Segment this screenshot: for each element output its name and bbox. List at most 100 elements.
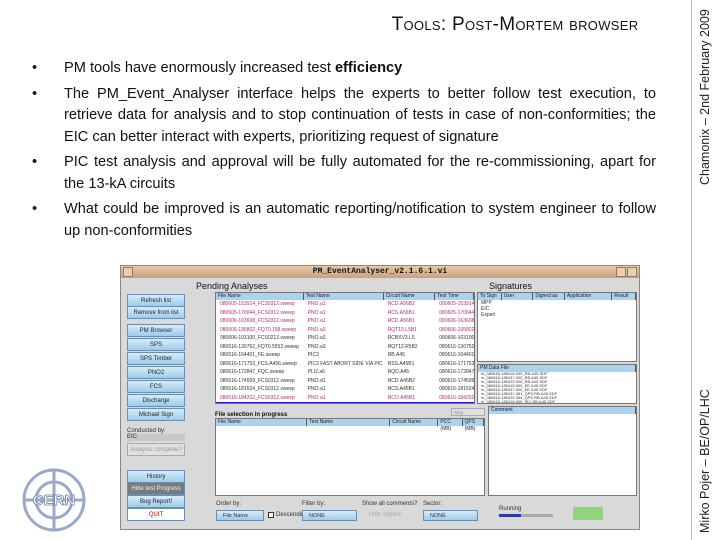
signatures-table: To Sign User Signed as Application Result MP… <box>477 292 637 362</box>
cell-test: PNO.a1 <box>307 386 326 392</box>
cell-test: PNO.a3 <box>304 402 384 403</box>
window-title: PM_EventAnalyser_v2.1.6.1.vi <box>312 267 448 276</box>
comment-label: Comment <box>489 407 636 414</box>
status-indicator <box>573 507 603 520</box>
table-row[interactable]: 080616-172847_FQC.sweep PLI2.a6 RQD.A45 080… <box>216 368 474 377</box>
table-row[interactable]: 080616-164401_FE.sweep PIC3 RB.A45 080616-1… <box>216 351 474 360</box>
table-row[interactable]: 080606-195802_FQT0.158.sweep PNO.a3 RQT13.… <box>216 326 474 335</box>
button-bug-report-[interactable]: Bug Report! <box>127 495 185 508</box>
cell-time: 080616-184202 <box>439 394 474 401</box>
button-discharge[interactable]: Discharge <box>127 394 185 407</box>
cell-circuit: RCD.A56B1 <box>387 318 415 324</box>
cell-circuit: RQT13.L5B1 <box>387 326 417 333</box>
bullet-text: PM tools have enormously increased test <box>64 60 335 76</box>
table-row[interactable]: 080605-170044_FCS0312.sweep PNO.a1 RCS.A56… <box>216 309 474 318</box>
bullet-item: What could be improved is an automatic r… <box>30 199 656 242</box>
cell-circuit: RCS.A56B1 <box>387 309 415 316</box>
cell-time: 080606-195802 <box>439 326 474 333</box>
button-hide-test-progress[interactable]: Hide test Progress <box>127 482 185 495</box>
button-sps[interactable]: SPS <box>127 338 185 351</box>
table-row[interactable]: 080616-130752_FQT0.5552.sweep PNO.a3 RQT12… <box>216 343 474 352</box>
bullet-item: PM tools have enormously increased test … <box>30 58 656 80</box>
table-row[interactable]: 080616-174509_FCS0312.sweep PNO.d1 RCD.A45… <box>216 377 474 386</box>
button-remove-from-list[interactable]: Remove from list <box>127 306 185 319</box>
column-header[interactable]: File Name <box>216 293 304 300</box>
column-header[interactable]: QPS (MB) <box>463 419 484 432</box>
table-row[interactable]: 080616-184202_FCS0312.sweep PNO.a1 RCO.A45… <box>216 394 474 403</box>
bullet-item: The PM_Event_Analyser interface helps th… <box>30 84 656 149</box>
pending-title: Pending Analyses <box>196 281 268 291</box>
cell-time: 080616-171753 <box>439 360 474 367</box>
cell-test: PIC3 FAST ABORT SIDE VIA PIC <box>307 360 383 367</box>
cell-circuit: RCS.A45B1 <box>387 386 415 392</box>
table-row[interactable]: 080616-181524_FCS0312.sweep PNO.a1 RCS.A45… <box>216 385 474 394</box>
cell-time: 080616-172847 <box>439 369 474 375</box>
button-pm-browser[interactable]: PM Browser <box>127 324 185 337</box>
column-header[interactable]: Signed as <box>533 293 565 300</box>
conducted-by-field[interactable]: EIC <box>127 434 185 441</box>
cell-file: 080616-184202_FCS0312.sweep <box>220 394 295 401</box>
column-header[interactable]: Test Name <box>304 293 384 300</box>
cell-time: 080606-163608 <box>439 318 474 324</box>
cell-file: 080606-103100_FCS0213.sweep <box>220 335 295 341</box>
bullet-bold: efficiency <box>334 60 403 76</box>
analysis-complete-button[interactable]: Analysis complete? <box>127 443 185 456</box>
show-all-comments-label[interactable]: Show all comments? <box>362 501 417 507</box>
author-caption: Mirko Pojer – BE/OP/LHC <box>698 389 712 533</box>
table-row[interactable]: 080616-171753_FCS.A456.sweep PIC3 FAST AB… <box>216 360 474 369</box>
column-header[interactable]: Test Name <box>307 419 391 426</box>
button-sps-timber[interactable]: SPS Timber <box>127 352 185 365</box>
signatures-title: Signatures <box>489 281 533 291</box>
cell-file: 080606-163608_FCS0312.sweep <box>220 318 295 324</box>
bullet-item: PIC test analysis and approval will be f… <box>30 152 656 195</box>
pm-data-file-list: PM Data File m_080616-185418.000_RB.A45.… <box>477 364 637 404</box>
cern-logo: CERN <box>22 468 86 532</box>
column-header[interactable]: Result <box>612 293 636 300</box>
column-header[interactable]: To Sign <box>478 293 502 300</box>
pm-data-file[interactable]: m_080616-185418.000_PIC.RB.A45.SDF <box>478 400 636 404</box>
table-row[interactable]: 080606-103100_FCS0213.sweep PNO.a3 RCBXV3.… <box>216 334 474 343</box>
cell-test: PNO.a1 <box>307 309 326 316</box>
column-header[interactable]: User <box>502 293 534 300</box>
window-menu-icon[interactable] <box>123 267 133 277</box>
cell-test: PNO.a3 <box>307 343 326 350</box>
column-header[interactable]: PCC (MB) <box>438 419 463 432</box>
cell-time: 080616-164401 <box>439 352 474 358</box>
cell-test: PNO.a3 <box>307 335 326 341</box>
table-row[interactable]: 080606-163608_FCS0312.sweep PNO.a1 RCD.A56… <box>216 317 474 326</box>
slide-title: Tools: Post-Mortem browser <box>391 14 639 35</box>
cell-time: 080616-185418 <box>435 402 474 403</box>
column-header[interactable]: Test Time <box>435 293 474 300</box>
descending-checkbox[interactable] <box>268 512 274 518</box>
button-fcs[interactable]: FCS <box>127 380 185 393</box>
order-by-dropdown[interactable]: File Name <box>216 510 264 521</box>
table-row[interactable]: 080616-185418_FB.A45.sweepPNO.a3RB.A4508… <box>216 402 474 403</box>
comment-box[interactable]: Comment <box>488 406 637 496</box>
cell-file: 080616-171753_FCS.A456.sweep <box>220 360 297 367</box>
column-header[interactable]: Application <box>565 293 613 300</box>
minimize-icon[interactable] <box>616 267 626 277</box>
column-header[interactable]: Circuit Name <box>384 293 436 300</box>
window-titlebar: PM_EventAnalyser_v2.1.6.1.vi <box>121 266 639 278</box>
cell-file: 080616-130752_FQT0.5552.sweep <box>220 343 299 350</box>
stop-collection-button[interactable]: Stop Collection <box>451 408 485 422</box>
button-pno2[interactable]: PNO2 <box>127 366 185 379</box>
sector-label: Sector: <box>423 501 443 507</box>
hide-signed-label[interactable]: Hide signed <box>369 512 401 518</box>
cell-time: 080616-130752 <box>439 343 474 350</box>
button-michael-sign[interactable]: Michael Sign <box>127 408 185 421</box>
button-quit[interactable]: QUIT <box>127 508 185 521</box>
order-by-label: Order by: <box>216 501 242 507</box>
cell-circuit: RQT12.R5B2 <box>387 343 418 350</box>
column-header[interactable]: File Name <box>216 419 308 426</box>
table-row[interactable]: 080605-153914_FCS0312.sweep PNO.a1 RCD.A56… <box>216 300 474 309</box>
close-icon[interactable] <box>627 267 637 277</box>
signature-row[interactable]: Expert <box>478 312 636 318</box>
cell-circuit: RB.A45 <box>387 352 405 358</box>
column-header[interactable]: Circuit Name <box>390 419 439 426</box>
cell-test: PNO.a1 <box>307 318 326 324</box>
filter-by-dropdown[interactable]: NONE <box>302 510 357 521</box>
cell-time: 080616-181524 <box>439 386 474 392</box>
sector-dropdown[interactable]: NONE <box>423 510 478 521</box>
cell-file: 080606-195802_FQT0.158.sweep <box>220 326 297 333</box>
